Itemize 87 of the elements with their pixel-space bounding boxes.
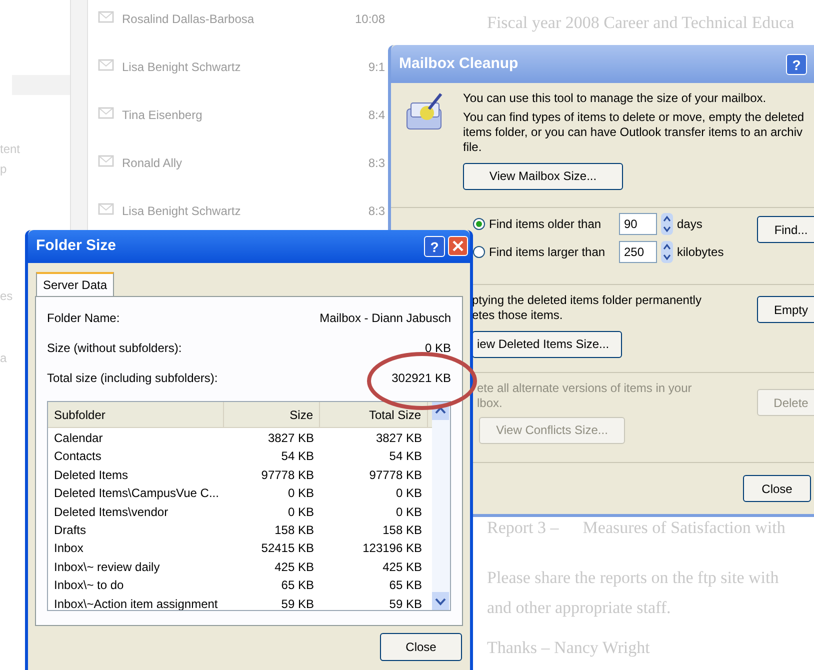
mail-sender: Rosalind Dallas-Barbosa: [122, 11, 256, 28]
scroll-down-icon[interactable]: [432, 592, 449, 610]
table-cell-text: Deleted Items: [53, 466, 130, 484]
column-header[interactable]: Subfolder: [48, 402, 224, 427]
help-button[interactable]: ?: [786, 54, 807, 74]
table-cell-text: 0 KB: [286, 504, 315, 521]
description-text: items folder, or you can have Outlook transfer items to an archiv: [463, 125, 804, 140]
field-value: 302921 KB: [392, 370, 451, 387]
unit-label: kilobytes: [677, 244, 724, 261]
column-header[interactable]: Size: [224, 402, 320, 427]
description-text: ete all alternate versions of items in your: [477, 381, 692, 396]
mail-sender: Lisa Benight Schwartz: [122, 203, 242, 220]
option-label: Find items older than: [489, 216, 602, 233]
table-cell-text: 0 KB: [394, 504, 423, 521]
field-label: Size (without subfolders):: [47, 340, 182, 357]
mail-time: 8:4: [368, 107, 385, 124]
table-cell-text: 54 KB: [388, 448, 423, 466]
field-label: Folder Name:: [47, 310, 120, 327]
description-text: You can find types of items to delete or move, empty the deleted: [463, 110, 804, 125]
table-cell-text: Drafts: [53, 522, 88, 539]
table-cell-text: Inbox\~ review daily: [53, 558, 161, 576]
envelope-icon: [98, 202, 114, 216]
table-cell-text: 158 KB: [382, 522, 423, 539]
table-cell-text: Deleted Items\vendor: [53, 504, 170, 521]
envelope-icon: [98, 58, 114, 72]
table-cell-text: 3827 KB: [266, 430, 315, 447]
number-field[interactable]: 250: [619, 241, 657, 263]
field-label: Total size (including subfolders):: [47, 370, 218, 387]
table-cell-text: 59 KB: [280, 596, 315, 610]
description-text: ptying the deleted items folder permanently: [472, 293, 702, 308]
field-value: Mailbox - Diann Jabusch: [320, 310, 451, 327]
intro-text: You can use this tool to manage the size of your mailbox.: [463, 91, 768, 106]
tab[interactable]: Server Data: [36, 272, 114, 296]
table-cell-text: 65 KB: [388, 577, 423, 594]
table-cell-text: 52415 KB: [260, 540, 315, 558]
table-cell-text: Deleted Items\CampusVue C...: [53, 485, 220, 502]
description-text: file.: [463, 140, 483, 155]
table-cell-text: 123196 KB: [362, 540, 423, 558]
column-header[interactable]: Total Size: [320, 402, 428, 427]
description-text: etes those items.: [472, 308, 564, 323]
view-deleted-size-button[interactable]: iew Deleted Items Size...: [472, 331, 622, 358]
mail-time: 9:1: [368, 59, 385, 76]
table-cell-text: 3827 KB: [374, 430, 423, 447]
mail-time: 8:3: [368, 155, 385, 172]
table-cell-text: 65 KB: [280, 577, 315, 594]
mail-sender: Ronald Ally: [122, 155, 184, 172]
table-cell-text: 97778 KB: [260, 466, 315, 484]
envelope-icon: [98, 154, 114, 168]
field-value: 0 KB: [424, 340, 451, 357]
window-title: Mailbox Cleanup: [399, 54, 518, 74]
table-cell-text: Calendar: [53, 430, 104, 447]
table-cell-text: 59 KB: [388, 596, 423, 610]
mail-time: 10:08: [354, 11, 385, 28]
close-button[interactable]: Close: [743, 475, 811, 502]
envelope-icon: [98, 106, 114, 120]
table-cell-text: 54 KB: [280, 448, 315, 466]
radio-button[interactable]: [473, 246, 485, 258]
table-cell-text: 97778 KB: [368, 466, 423, 484]
table-cell-text: 0 KB: [286, 485, 315, 502]
table-cell-text: 158 KB: [274, 522, 315, 539]
sidebar-highlight: [12, 75, 70, 95]
close-icon[interactable]: [448, 236, 468, 256]
radio-button[interactable]: [473, 218, 485, 230]
close-button[interactable]: Close: [380, 633, 462, 661]
spinner-arrows-icon[interactable]: [661, 241, 673, 263]
table-cell-text: 0 KB: [394, 485, 423, 502]
table-cell-text: Inbox\~ to do: [53, 577, 125, 594]
table-cell-text: Inbox\~Action item assignment: [53, 596, 219, 610]
scrollbar[interactable]: [432, 402, 450, 610]
table-cell-text: 425 KB: [274, 558, 315, 576]
option-label: Find items larger than: [489, 244, 606, 261]
description-text: lbox.: [477, 396, 504, 411]
envelope-icon: [98, 10, 114, 24]
table-cell-text: Inbox: [53, 540, 84, 558]
spinner-arrows-icon[interactable]: [661, 213, 673, 235]
table-cell-text: Contacts: [53, 448, 102, 466]
mail-time: 8:3: [368, 203, 385, 220]
window-title: Folder Size: [36, 236, 116, 256]
find-button[interactable]: Find...: [757, 216, 814, 243]
mail-sender: Lisa Benight Schwartz: [122, 59, 242, 76]
empty-button[interactable]: Empty: [757, 296, 814, 323]
help-button[interactable]: ?: [424, 236, 445, 257]
view-mailbox-size-button[interactable]: View Mailbox Size...: [463, 163, 623, 190]
table-cell-text: 425 KB: [382, 558, 423, 576]
number-field[interactable]: 90: [619, 213, 657, 235]
unit-label: days: [677, 216, 702, 233]
mail-sender: Tina Eisenberg: [122, 107, 204, 124]
